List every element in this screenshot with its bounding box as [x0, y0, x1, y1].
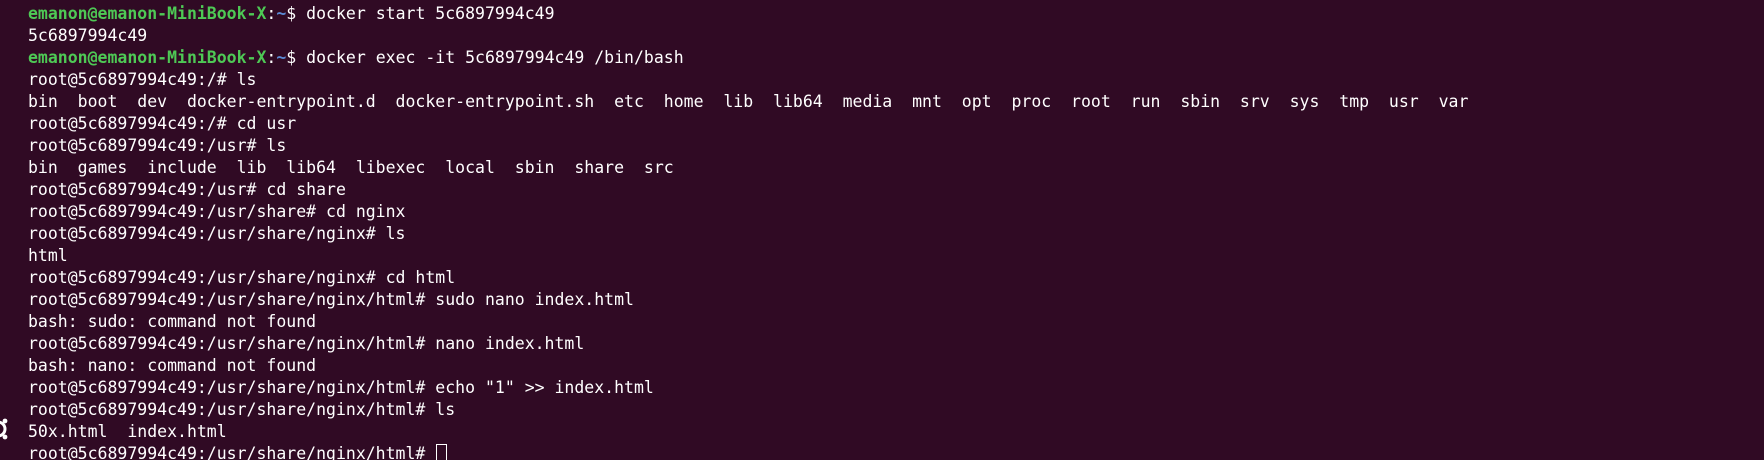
prompt-user-host: emanon@emanon-MiniBook-X [28, 48, 267, 67]
terminal-line: emanon@emanon-MiniBook-X:~$ docker start… [28, 3, 1764, 25]
command-text: docker start 5c6897994c49 [306, 4, 555, 23]
terminal-line: root@5c6897994c49:/usr/share/nginx/html#… [28, 378, 654, 397]
terminal-line: root@5c6897994c49:/usr# ls [28, 136, 287, 155]
terminal-line: root@5c6897994c49:/usr/share/nginx# ls [28, 224, 406, 243]
terminal-line: bin games include lib lib64 libexec loca… [28, 158, 674, 177]
command-text: docker exec -it 5c6897994c49 /bin/bash [306, 48, 684, 67]
terminal-line: root@5c6897994c49:/usr/share/nginx/html#… [28, 400, 456, 419]
terminal-line: bash: nano: command not found [28, 356, 317, 375]
terminal-line: root@5c6897994c49:/usr/share/nginx/html#… [28, 334, 585, 353]
prompt-cwd: ~ [276, 4, 287, 23]
terminal-line: emanon@emanon-MiniBook-X:~$ docker exec … [28, 47, 1764, 69]
terminal-line: root@5c6897994c49:/usr/share/nginx# cd h… [28, 268, 456, 287]
terminal-line: root@5c6897994c49:/usr/share/nginx/html#… [28, 290, 634, 309]
terminal-line: 5c6897994c49 [28, 26, 148, 45]
prompt-user-host: emanon@emanon-MiniBook-X [28, 4, 267, 23]
terminal-window[interactable]: emanon@emanon-MiniBook-X:~$ docker start… [0, 0, 1764, 460]
prompt-cwd: ~ [276, 48, 287, 67]
prompt-symbol: $ [286, 4, 307, 23]
terminal-line: root@5c6897994c49:/# cd usr [28, 114, 297, 133]
ubuntu-logo-icon[interactable] [0, 416, 12, 442]
terminal-line: bin boot dev docker-entrypoint.d docker-… [28, 92, 1469, 111]
terminal-line: root@5c6897994c49:/# ls [28, 70, 257, 89]
text-cursor [436, 444, 448, 460]
active-prompt: root@5c6897994c49:/usr/share/nginx/html# [28, 444, 436, 460]
terminal-line: root@5c6897994c49:/usr# cd share [28, 180, 346, 199]
prompt-symbol: $ [286, 48, 307, 67]
terminal-input-line[interactable]: root@5c6897994c49:/usr/share/nginx/html# [28, 443, 1764, 460]
terminal-line: bash: sudo: command not found [28, 312, 317, 331]
clipped-previous-output [28, 0, 1728, 2]
terminal-line: html [28, 246, 68, 265]
prompt-separator: : [266, 48, 277, 67]
terminal-line: root@5c6897994c49:/usr/share# cd nginx [28, 202, 406, 221]
terminal-output: emanon@emanon-MiniBook-X:~$ docker start… [28, 3, 1764, 460]
terminal-line: 50x.html index.html [28, 422, 227, 441]
prompt-separator: : [266, 4, 277, 23]
